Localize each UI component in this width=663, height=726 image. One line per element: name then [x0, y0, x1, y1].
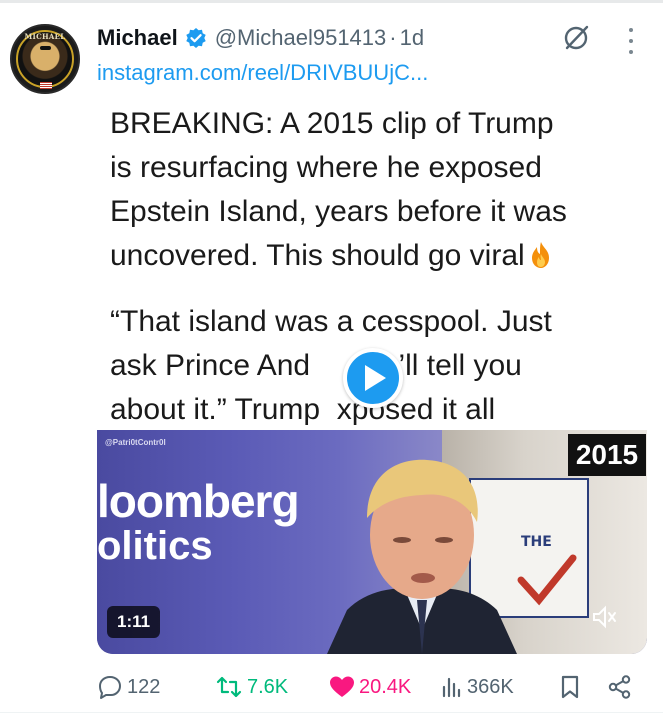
caption-line: uncovered. This should go viral [110, 234, 640, 278]
like-button[interactable]: 20.4K [329, 670, 411, 704]
top-divider [0, 0, 663, 3]
post-header: Michael @Michael951413 · 1d [97, 24, 424, 52]
share-icon [608, 675, 631, 699]
author-name[interactable]: Michael [97, 25, 178, 51]
checkmark-icon [517, 554, 577, 606]
more-options-icon[interactable] [627, 28, 635, 54]
post-time[interactable]: 1d [400, 25, 424, 51]
like-count: 20.4K [359, 675, 412, 698]
share-button[interactable] [607, 670, 633, 704]
video-card[interactable]: BREAKING: A 2015 clip of Trump is resurf… [97, 98, 647, 654]
repost-button[interactable]: 7.6K [215, 670, 288, 704]
action-bar: 122 7.6K 20.4K 366K [97, 670, 647, 704]
flag-icon [40, 82, 52, 89]
speaker-figure [327, 459, 517, 654]
heart-icon [330, 676, 354, 697]
separator-dot: · [389, 25, 397, 50]
backdrop-logo-text: loomberg [97, 475, 300, 527]
caption-line: “That island was a cesspool. Just [110, 305, 552, 338]
bottom-divider [0, 712, 663, 726]
year-badge: 2015 [568, 434, 646, 476]
views-count: 366K [467, 675, 514, 698]
reply-count: 122 [127, 675, 161, 698]
reply-icon [99, 676, 121, 699]
bookmark-icon [561, 675, 579, 699]
fire-icon [529, 238, 553, 268]
repost-icon [216, 676, 242, 698]
avatar-text: MICHAEL [24, 32, 66, 41]
reply-button[interactable]: 122 [97, 670, 160, 704]
caption-line: BREAKING: A 2015 clip of Trump [110, 107, 554, 140]
vote-sign-text: THE [521, 534, 552, 550]
views-button[interactable]: 366K [441, 670, 514, 704]
repost-count: 7.6K [247, 675, 289, 698]
grok-icon[interactable] [562, 23, 590, 51]
bookmark-button[interactable] [559, 670, 581, 704]
play-button[interactable] [343, 348, 403, 408]
post-link[interactable]: instagram.com/reel/DRIVBUUjC... [97, 60, 428, 86]
verified-badge-icon [185, 27, 207, 49]
caption-line: Epstein Island, years before it was [110, 195, 567, 228]
play-icon [365, 365, 386, 391]
mute-icon[interactable] [589, 602, 619, 632]
video-frame[interactable]: @Patri0tContr0l loomberg olitics THE 201… [97, 430, 647, 654]
video-duration: 1:11 [107, 606, 161, 638]
author-handle[interactable]: @Michael951413 [215, 25, 387, 51]
avatar[interactable]: MICHAEL [10, 24, 80, 94]
caption-line: is resurfacing where he exposed [110, 151, 542, 184]
views-icon [442, 677, 461, 698]
backdrop-logo-subtext: olitics [97, 524, 213, 568]
video-watermark: @Patri0tContr0l [105, 438, 166, 447]
